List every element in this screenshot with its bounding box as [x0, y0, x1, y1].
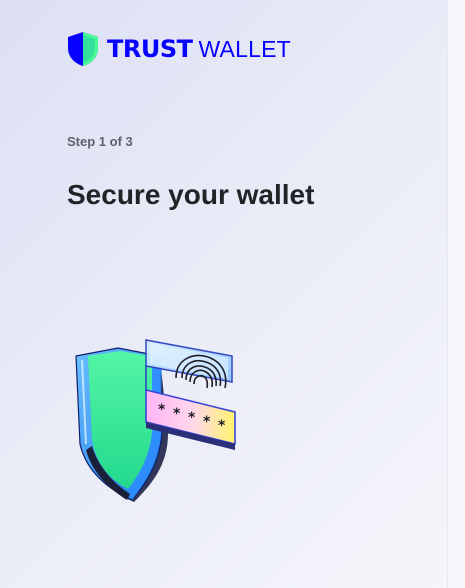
page-title: Secure your wallet [67, 179, 315, 210]
window-edge [447, 0, 465, 588]
svg-text:*: * [203, 414, 211, 430]
onboarding-page: TRUST WALLET Step 1 of 3 Secure your wal… [0, 0, 447, 588]
svg-text:*: * [218, 418, 226, 434]
trust-wallet-logo: TRUST WALLET [67, 31, 291, 67]
logo-wallet-text: WALLET [198, 36, 291, 62]
logo-trust-text: TRUST [107, 35, 193, 63]
trust-shield-icon [68, 32, 98, 66]
svg-text:*: * [158, 402, 166, 418]
shield-fingerprint-password-icon: * * * * * [75, 339, 236, 502]
step-indicator: Step 1 of 3 [67, 134, 133, 149]
logo-wordmark: TRUST WALLET [107, 37, 291, 61]
svg-text:*: * [188, 410, 196, 426]
svg-text:*: * [173, 406, 181, 422]
